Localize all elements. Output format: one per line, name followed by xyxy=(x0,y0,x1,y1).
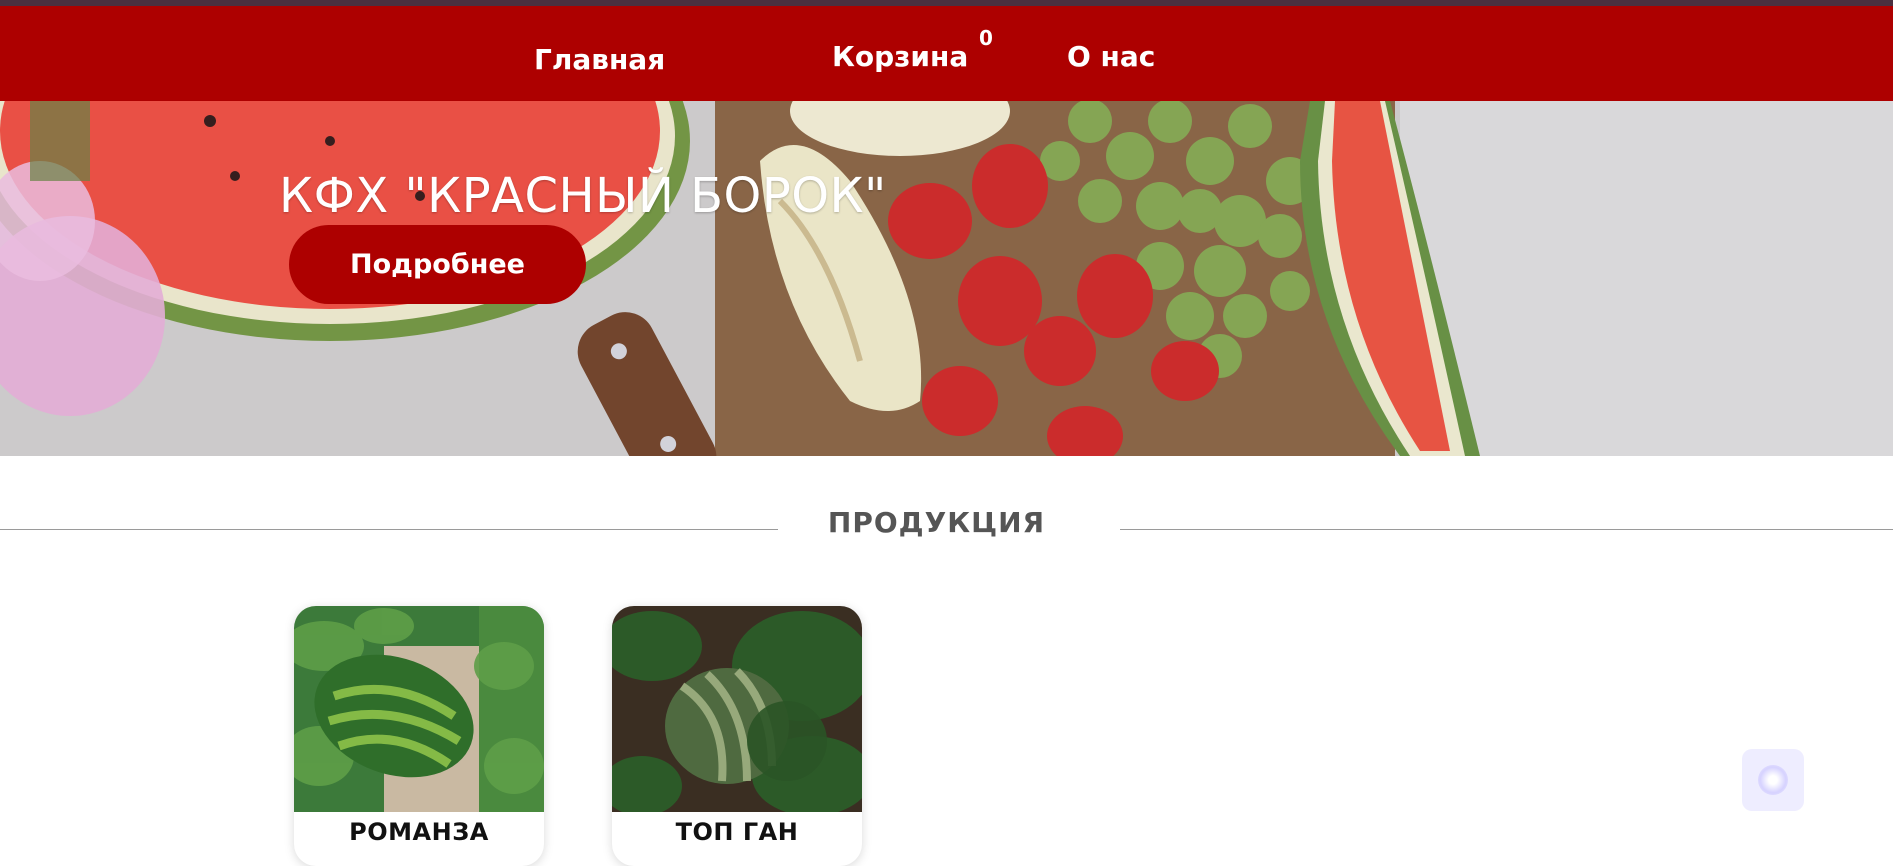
product-image-romanza xyxy=(294,606,544,812)
product-card-top-gun[interactable]: ТОП ГАН xyxy=(612,606,862,866)
product-card-romanza[interactable]: РОМАНЗА xyxy=(294,606,544,866)
main-navbar: Главная Корзина 0 О нас xyxy=(0,6,1893,101)
hero-background-image xyxy=(0,101,1893,456)
section-divider-right xyxy=(1120,529,1893,530)
hero-banner: КФХ "КРАСНЫЙ БОРОК" Подробнее xyxy=(0,101,1893,456)
nav-about-link[interactable]: О нас xyxy=(1067,40,1155,73)
product-name: ТОП ГАН xyxy=(675,818,799,846)
more-info-button[interactable]: Подробнее xyxy=(289,225,586,304)
widget-icon xyxy=(1758,765,1788,795)
product-name: РОМАНЗА xyxy=(349,818,489,846)
hero-title: КФХ "КРАСНЫЙ БОРОК" xyxy=(279,168,887,225)
cart-count-badge: 0 xyxy=(979,26,993,50)
chat-widget-button[interactable] xyxy=(1742,749,1804,811)
section-divider-left xyxy=(0,529,778,530)
products-section-title: ПРОДУКЦИЯ xyxy=(827,506,1046,539)
nav-cart-link[interactable]: Корзина xyxy=(832,40,968,73)
nav-home-link[interactable]: Главная xyxy=(534,43,665,76)
product-image-top-gun xyxy=(612,606,862,812)
